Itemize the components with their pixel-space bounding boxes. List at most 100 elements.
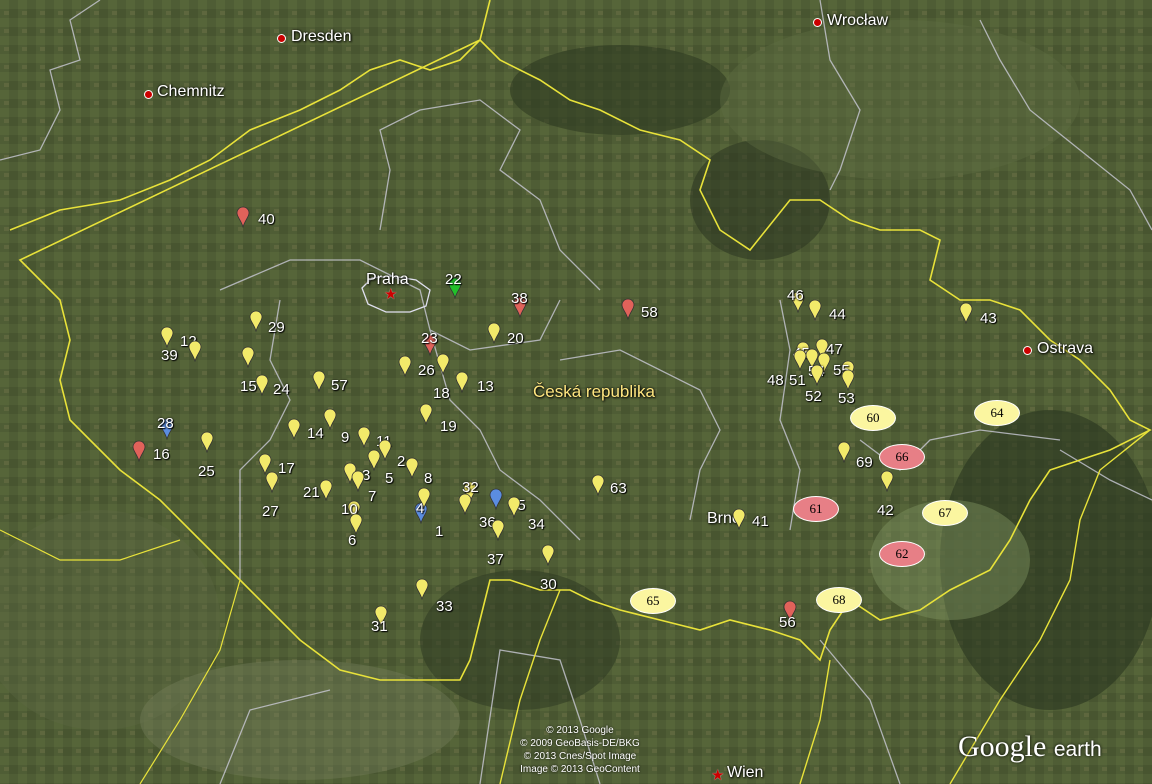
placemark-label: 57 [331,377,348,394]
placemark-pin-icon[interactable] [455,371,469,393]
placemark-label: 33 [436,598,453,615]
placemark-label: 41 [752,513,769,530]
oval-placemark[interactable]: 66 [879,444,925,470]
placemark-label: 51 [789,372,806,389]
placemark-pin-icon[interactable] [160,326,174,348]
attribution: © 2013 Google © 2009 GeoBasis-DE/BKG © 2… [500,724,660,776]
placemark-pin-icon[interactable] [436,353,450,375]
attribution-line: © 2013 Cnes/Spot Image [523,751,637,762]
attribution-line: © 2013 Google [546,725,614,736]
placemark-pin-icon[interactable] [405,457,419,479]
placemark-pin-icon[interactable] [841,369,855,391]
placemark-label: 16 [153,446,170,463]
placemark-label: 34 [528,516,545,533]
capital-star-icon: ★ [384,286,398,303]
placemark-pin-icon[interactable] [236,206,250,228]
placemark-label: 9 [341,429,350,446]
city-dot-ostrava [1023,346,1032,355]
placemark-label: 18 [433,385,450,402]
city-dot-wroclaw [813,18,822,27]
oval-placemark[interactable]: 67 [922,500,968,526]
attribution-line: Image © 2013 GeoContent [520,764,640,775]
placemark-pin-icon[interactable] [491,519,505,541]
oval-placemark[interactable]: 64 [974,400,1020,426]
oval-placemark[interactable]: 60 [850,405,896,431]
city-dot-dresden [277,34,286,43]
placemark-label: 40 [258,211,275,228]
placemark-label: 27 [262,503,279,520]
google-earth-logo: Google earth [958,730,1102,764]
placemark-label: 17 [278,460,295,477]
placemark-pin-icon[interactable] [541,544,555,566]
placemark-label: 21 [303,484,320,501]
placemark-label: 6 [348,532,357,549]
placemark-label: 7 [368,488,377,505]
placemark-pin-icon[interactable] [417,487,431,509]
placemark-label: 53 [838,390,855,407]
placemark-label: 30 [540,576,557,593]
placemark-label: 63 [610,480,627,497]
country-label: Česká republika [533,382,655,401]
placemark-pin-icon[interactable] [621,298,635,320]
placemark-pin-icon[interactable] [880,470,894,492]
placemark-pin-icon[interactable] [458,493,472,515]
placemark-pin-icon[interactable] [249,310,263,332]
placemark-pin-icon[interactable] [312,370,326,392]
placemark-pin-icon[interactable] [810,364,824,386]
placemark-label: 44 [829,306,846,323]
placemark-label: 28 [157,415,174,432]
placemark-label: 42 [877,502,894,519]
placemark-label: 46 [787,287,804,304]
placemark-label: 24 [273,381,290,398]
placemark-label: 26 [418,362,435,379]
placemark-pin-icon[interactable] [367,449,381,471]
placemark-label: 8 [424,470,433,487]
placemark-label: 39 [161,347,178,364]
placemark-pin-icon[interactable] [398,355,412,377]
placemark-pin-icon[interactable] [241,346,255,368]
logo-earth: earth [1053,738,1102,761]
placemark-label: 56 [779,614,796,631]
satellite-map[interactable]: Dresden Wrocław Chemnitz Praha ★ Ostrava… [0,0,1152,784]
oval-placemark[interactable]: 61 [793,496,839,522]
placemark-pin-icon[interactable] [265,471,279,493]
placemark-pin-icon[interactable] [487,322,501,344]
placemark-pin-icon[interactable] [591,474,605,496]
placemark-pin-icon[interactable] [255,374,269,396]
placemark-pin-icon[interactable] [188,340,202,362]
oval-placemark[interactable]: 65 [630,588,676,614]
placemark-label: 20 [507,330,524,347]
placemark-pin-icon[interactable] [132,440,146,462]
capital-star-icon: ★ [711,767,725,784]
placemark-pin-icon[interactable] [837,441,851,463]
placemark-pin-icon[interactable] [351,470,365,492]
placemark-label: 52 [805,388,822,405]
city-dresden: Dresden [291,28,352,45]
logo-google: Google [958,730,1047,763]
placemark-label: 25 [198,463,215,480]
oval-placemark[interactable]: 68 [816,587,862,613]
placemark-pin-icon[interactable] [357,426,371,448]
placemark-pin-icon[interactable] [732,508,746,530]
placemark-label: 13 [477,378,494,395]
placemark-pin-icon[interactable] [319,479,333,501]
placemark-label: 69 [856,454,873,471]
placemark-pin-icon[interactable] [415,578,429,600]
placemark-label: 37 [487,551,504,568]
placemark-label: 19 [440,418,457,435]
placemark-pin-icon[interactable] [489,488,503,510]
placemark-pin-icon[interactable] [287,418,301,440]
placemark-pin-icon[interactable] [200,431,214,453]
city-ostrava: Ostrava [1037,340,1094,357]
placemark-pin-icon[interactable] [419,403,433,425]
placemark-pin-icon[interactable] [808,299,822,321]
placemark-pin-icon[interactable] [959,302,973,324]
city-wien: Wien [727,764,764,781]
attribution-line: © 2009 GeoBasis-DE/BKG [520,738,640,749]
oval-placemark[interactable]: 62 [879,541,925,567]
placemark-pin-icon[interactable] [507,496,521,518]
placemark-label: 22 [445,271,462,288]
city-dot-chemnitz [144,90,153,99]
placemark-label: 43 [980,310,997,327]
placemark-pin-icon[interactable] [323,408,337,430]
